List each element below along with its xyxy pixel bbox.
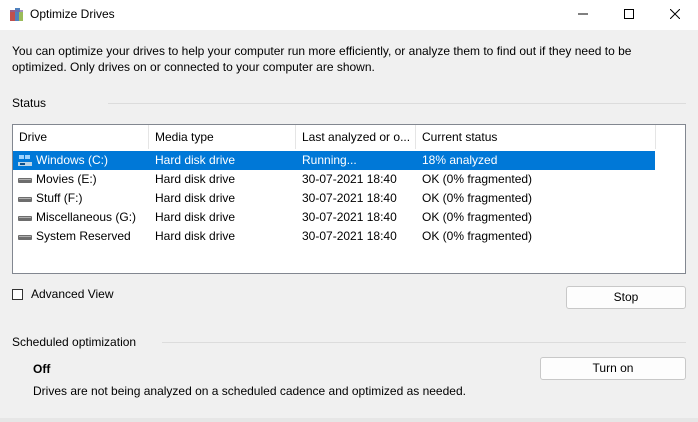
drive-name: Stuff (F:) — [36, 191, 83, 205]
media-type: Hard disk drive — [155, 191, 236, 205]
current-status: OK (0% fragmented) — [422, 172, 533, 186]
last-analyzed: 30-07-2021 18:40 — [302, 172, 397, 186]
current-status: OK (0% fragmented) — [422, 191, 533, 205]
last-analyzed: 30-07-2021 18:40 — [302, 229, 397, 243]
media-type: Hard disk drive — [155, 172, 236, 186]
schedule-state: Off — [33, 362, 51, 376]
windows-drive-icon — [18, 154, 32, 167]
minimize-icon — [578, 8, 588, 22]
minimize-button[interactable] — [560, 0, 606, 30]
column-header-last-analyzed[interactable]: Last analyzed or o... — [296, 125, 416, 149]
current-status: 18% analyzed — [422, 153, 498, 167]
drive-row-system-reserved[interactable]: System Reserved Hard disk drive 30-07-20… — [13, 227, 655, 246]
hard-drive-icon — [18, 192, 32, 205]
media-type: Hard disk drive — [155, 229, 236, 243]
drive-name: System Reserved — [36, 229, 131, 243]
current-status: OK (0% fragmented) — [422, 210, 533, 224]
current-status: OK (0% fragmented) — [422, 229, 533, 243]
advanced-view-label[interactable]: Advanced View — [31, 287, 114, 301]
media-type: Hard disk drive — [155, 153, 236, 167]
drive-name: Movies (E:) — [36, 172, 97, 186]
optimize-drives-icon — [8, 7, 24, 23]
column-header-current-status[interactable]: Current status — [416, 125, 656, 149]
schedule-description: Drives are not being analyzed on a sched… — [33, 384, 466, 398]
column-header-media-type[interactable]: Media type — [149, 125, 296, 149]
hard-drive-icon — [18, 211, 32, 224]
status-divider — [108, 103, 686, 104]
drive-row-windows[interactable]: Windows (C:) Hard disk drive Running... … — [13, 151, 655, 170]
drive-name: Windows (C:) — [36, 153, 109, 167]
hard-drive-icon — [18, 173, 32, 186]
hard-drive-icon — [18, 230, 32, 243]
close-button[interactable] — [652, 0, 698, 30]
scheduled-optimization-label: Scheduled optimization — [12, 335, 137, 349]
turn-on-button[interactable]: Turn on — [540, 357, 686, 380]
window-title: Optimize Drives — [30, 7, 115, 21]
drive-row-movies[interactable]: Movies (E:) Hard disk drive 30-07-2021 1… — [13, 170, 655, 189]
status-section-label: Status — [12, 96, 47, 110]
last-analyzed: 30-07-2021 18:40 — [302, 191, 397, 205]
drive-list[interactable]: Drive Media type Last analyzed or o... C… — [12, 124, 686, 274]
maximize-button[interactable] — [606, 0, 652, 30]
drive-row-stuff[interactable]: Stuff (F:) Hard disk drive 30-07-2021 18… — [13, 189, 655, 208]
bottom-border — [0, 418, 698, 422]
maximize-icon — [624, 8, 634, 22]
last-analyzed: 30-07-2021 18:40 — [302, 210, 397, 224]
media-type: Hard disk drive — [155, 210, 236, 224]
close-icon — [669, 8, 681, 22]
drive-row-miscellaneous[interactable]: Miscellaneous (G:) Hard disk drive 30-07… — [13, 208, 655, 227]
title-bar: Optimize Drives — [0, 0, 698, 30]
drive-name: Miscellaneous (G:) — [36, 210, 137, 224]
scheduled-divider — [162, 342, 686, 343]
description-text: You can optimize your drives to help you… — [12, 44, 632, 74]
stop-button[interactable]: Stop — [566, 286, 686, 309]
column-header-drive[interactable]: Drive — [13, 125, 149, 149]
last-analyzed: Running... — [302, 153, 357, 167]
advanced-view-checkbox[interactable] — [12, 289, 23, 300]
